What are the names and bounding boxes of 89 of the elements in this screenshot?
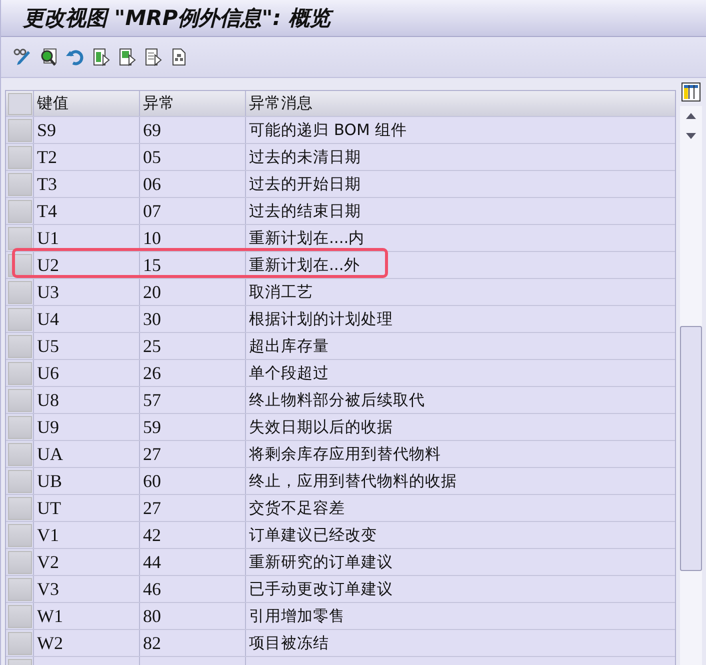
glasses-pencil-icon[interactable] [13,47,33,67]
scroll-down-icon[interactable] [686,133,696,139]
row-selector[interactable] [8,551,32,574]
table-cell: 取消工艺 [245,279,676,305]
row-selector[interactable] [8,281,32,304]
table-cell: 单个段超过 [245,360,676,386]
table-cell: 20 [139,279,245,305]
magnifier-icon[interactable] [39,47,59,67]
document-arrow-icon[interactable] [91,47,111,67]
table-cell: 过去的结束日期 [245,198,676,224]
table-cell: 59 [139,414,245,440]
table-cell: 订单建议已经改变 [245,522,676,548]
table-cell: V3 [33,576,139,602]
table-cell: U5 [33,333,139,359]
row-selector[interactable] [8,416,32,439]
row-selector[interactable] [8,308,32,331]
column-header[interactable]: 键值 [33,91,139,116]
row-selector[interactable] [8,146,32,169]
table-cell: UT [33,495,139,521]
row-selector[interactable] [8,119,32,142]
table-cell: 42 [139,522,245,548]
table-cell: T3 [33,171,139,197]
table-cell: 07 [139,198,245,224]
table-cell: 超出库存量 [245,333,676,359]
table-cell: 过去的开始日期 [245,171,676,197]
document-arrow-icon[interactable] [143,47,163,67]
table-cell: U9 [33,414,139,440]
table-cell: 失效日期以后的收据 [245,414,676,440]
table-cell: 25 [139,333,245,359]
table-cell: 将剩余库存应用到替代物料 [245,441,676,467]
row-selector[interactable] [8,497,32,520]
row-selector[interactable] [8,335,32,358]
row-selector[interactable] [8,632,32,655]
row-selector[interactable] [8,524,32,547]
table-cell: 30 [139,306,245,332]
row-selector[interactable] [8,443,32,466]
table-cell: W2 [33,630,139,656]
table-cell: 已手动更改订单建议 [245,576,676,602]
scrollbar-thumb[interactable] [680,326,702,571]
table-cell: 27 [139,495,245,521]
table-cell: 可能的递归 BOM 组件 [245,117,676,143]
table-cell: 重新研究的订单建议 [245,549,676,575]
table-cell: 57 [139,387,245,413]
table-cell: 终止，应用到替代物料的收据 [245,468,676,494]
table-cell: 重新计划在...外 [245,252,676,278]
row-selector[interactable] [8,173,32,196]
table-cell: 27 [139,441,245,467]
table-cell: U8 [33,387,139,413]
table-cell: T2 [33,144,139,170]
table-cell: V1 [33,522,139,548]
column-header[interactable]: 异常消息 [245,91,676,116]
row-selector[interactable] [8,605,32,628]
scroll-up-icon[interactable] [686,113,696,119]
row-selector[interactable] [8,578,32,601]
table-cell: U3 [33,279,139,305]
table-cell: 重新计划在....内 [245,225,676,251]
table-cell: 82 [139,630,245,656]
table-cell: T4 [33,198,139,224]
table-cell: 46 [139,576,245,602]
table-cell: 引用增加零售 [245,603,676,629]
table-cell: W1 [33,603,139,629]
table-cell: 44 [139,549,245,575]
table-cell: 60 [139,468,245,494]
row-selector[interactable] [8,470,32,493]
table-cell: V2 [33,549,139,575]
select-all-button[interactable] [8,93,32,115]
table-cell: U6 [33,360,139,386]
row-selector[interactable] [8,227,32,250]
table-cell: 05 [139,144,245,170]
row-selector[interactable] [8,362,32,385]
table-cell: 项目被冻结 [245,630,676,656]
table-cell: S9 [33,117,139,143]
column-header[interactable]: 异常 [139,91,245,116]
table-cell: 80 [139,603,245,629]
table-cell: 过去的未清日期 [245,144,676,170]
document-arrow-icon[interactable] [117,47,137,67]
undo-icon[interactable] [65,47,85,67]
table-cell: 26 [139,360,245,386]
table-cell: 交货不足容差 [245,495,676,521]
table-cell: 69 [139,117,245,143]
table-cell: UB [33,468,139,494]
table-cell: 06 [139,171,245,197]
table-cell: UA [33,441,139,467]
table-cell: U4 [33,306,139,332]
row-selector[interactable] [8,200,32,223]
table-cell: 终止物料部分被后续取代 [245,387,676,413]
row-selector[interactable] [8,389,32,412]
column-settings-icon[interactable] [681,82,702,102]
table-cell: 根据计划的计划处理 [245,306,676,332]
